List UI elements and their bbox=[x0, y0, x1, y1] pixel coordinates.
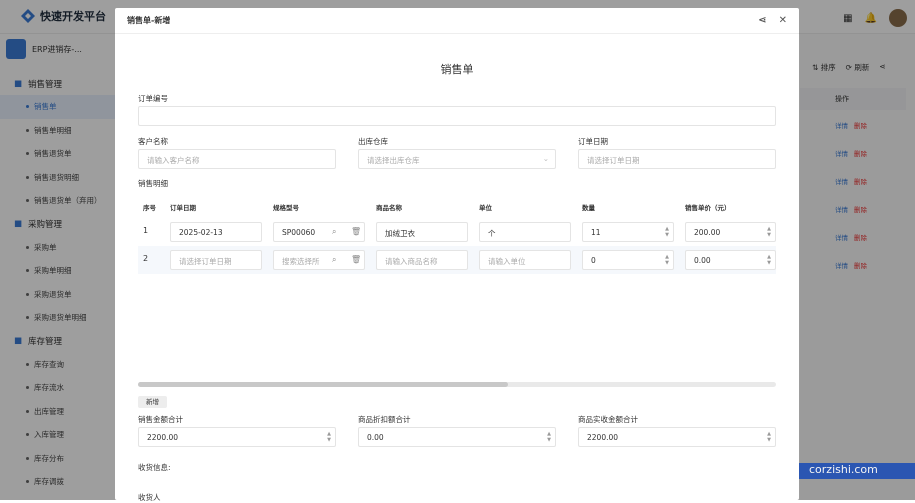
row-qty-input[interactable]: 0 ▲ ▼ bbox=[582, 250, 674, 270]
stepper-icon[interactable]: ▲ ▼ bbox=[767, 431, 771, 443]
trash-icon[interactable]: 🗑 bbox=[351, 255, 361, 264]
chevron-down-icon: ⌄ bbox=[542, 154, 549, 163]
order-date-input[interactable]: 请选择订单日期 bbox=[578, 149, 776, 169]
customer-label: 客户名称 bbox=[138, 137, 168, 146]
sales-total-label: 销售金额合计 bbox=[138, 415, 183, 424]
col-header: 规格型号 bbox=[273, 204, 299, 212]
row-index: 1 bbox=[143, 226, 149, 235]
add-row-button[interactable]: 新增 bbox=[138, 396, 167, 408]
stepper-icon[interactable]: ▲ ▼ bbox=[327, 431, 331, 443]
table-row: 2 请选择订单日期 搜索选择所 ⌕ 🗑 请输入商品名称 请输入单位 0 ▲ ▼ 0.00… bbox=[138, 246, 776, 274]
form-title: 销售单 bbox=[440, 63, 474, 76]
order-no-input[interactable] bbox=[138, 106, 776, 126]
modal-header: 销售单-新增 ⋖ ✕ bbox=[115, 8, 799, 34]
row-spec-input[interactable]: SP00060 ⌕ 🗑 bbox=[273, 222, 365, 242]
col-header: 单位 bbox=[479, 204, 492, 212]
table-scrollbar[interactable] bbox=[138, 382, 776, 387]
search-icon[interactable]: ⌕ bbox=[332, 255, 336, 265]
discount-input[interactable]: 0.00 ▲ ▼ bbox=[358, 427, 556, 447]
trash-icon[interactable]: 🗑 bbox=[351, 227, 361, 236]
discount-label: 商品折扣额合计 bbox=[358, 415, 411, 424]
sales-order-modal: 销售单-新增 ⋖ ✕ 销售单 订单编号 客户名称 请输入客户名称 出库仓库 请选… bbox=[115, 8, 799, 502]
row-qty-input[interactable]: 11 ▲ ▼ bbox=[582, 222, 674, 242]
received-label: 商品实收金额合计 bbox=[578, 415, 638, 424]
stepper-icon[interactable]: ▲ ▼ bbox=[665, 226, 669, 238]
receiver-label: 收货人 bbox=[138, 493, 161, 502]
warehouse-label: 出库仓库 bbox=[358, 137, 388, 146]
row-price-input[interactable]: 0.00 ▲ ▼ bbox=[685, 250, 776, 270]
detail-section-label: 销售明细 bbox=[138, 179, 168, 188]
detail-table: 序号 订单日期 规格型号 商品名称 单位 数量 销售单价（元） bbox=[138, 197, 776, 217]
warehouse-select[interactable]: 请选择出库仓库 ⌄ bbox=[358, 149, 556, 169]
table-row: 1 2025-02-13 SP00060 ⌕ 🗑 加绒卫衣 个 11 ▲ ▼ 200.0… bbox=[138, 218, 776, 246]
stepper-icon[interactable]: ▲ ▼ bbox=[767, 226, 771, 238]
close-icon[interactable]: ✕ bbox=[779, 15, 787, 26]
col-header: 订单日期 bbox=[170, 204, 196, 212]
receipt-section-label: 收货信息: bbox=[138, 463, 171, 472]
col-header: 序号 bbox=[143, 204, 156, 212]
sales-total-input[interactable]: 2200.00 ▲ ▼ bbox=[138, 427, 336, 447]
row-name-input[interactable]: 加绒卫衣 bbox=[376, 222, 468, 242]
scrollbar-thumb[interactable] bbox=[138, 382, 508, 387]
search-icon[interactable]: ⌕ bbox=[332, 227, 336, 237]
row-index: 2 bbox=[143, 254, 149, 263]
stepper-icon[interactable]: ▲ ▼ bbox=[767, 254, 771, 266]
row-unit-input[interactable]: 请输入单位 bbox=[479, 250, 571, 270]
order-date-label: 订单日期 bbox=[578, 137, 608, 146]
row-unit-input[interactable]: 个 bbox=[479, 222, 571, 242]
watermark: corzishi.com bbox=[799, 463, 915, 479]
received-input[interactable]: 2200.00 ▲ ▼ bbox=[578, 427, 776, 447]
row-date-input[interactable]: 2025-02-13 bbox=[170, 222, 262, 242]
row-name-input[interactable]: 请输入商品名称 bbox=[376, 250, 468, 270]
row-spec-input[interactable]: 搜索选择所 ⌕ 🗑 bbox=[273, 250, 365, 270]
row-date-input[interactable]: 请选择订单日期 bbox=[170, 250, 262, 270]
stepper-icon[interactable]: ▲ ▼ bbox=[547, 431, 551, 443]
col-header: 销售单价（元） bbox=[685, 204, 731, 212]
col-header: 商品名称 bbox=[376, 204, 402, 212]
order-no-label: 订单编号 bbox=[138, 94, 168, 103]
col-header: 数量 bbox=[582, 204, 595, 212]
share-icon[interactable]: ⋖ bbox=[758, 15, 766, 26]
customer-input[interactable]: 请输入客户名称 bbox=[138, 149, 336, 169]
stepper-icon[interactable]: ▲ ▼ bbox=[665, 254, 669, 266]
table-header: 序号 订单日期 规格型号 商品名称 单位 数量 销售单价（元） bbox=[138, 197, 776, 217]
modal-header-title: 销售单-新增 bbox=[127, 16, 171, 25]
row-price-input[interactable]: 200.00 ▲ ▼ bbox=[685, 222, 776, 242]
